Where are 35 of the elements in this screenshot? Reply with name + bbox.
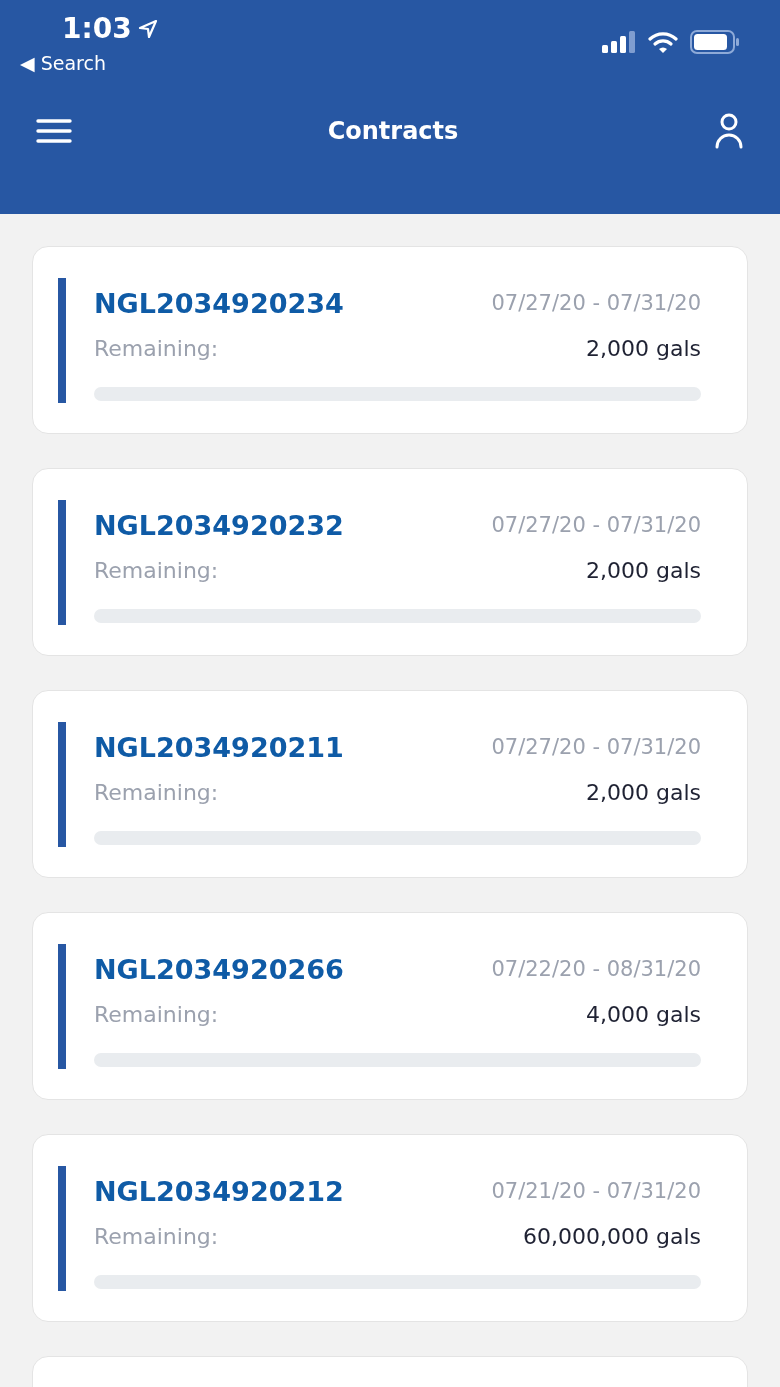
location-arrow-icon: [137, 19, 158, 39]
remaining-amount: 4,000 gals: [586, 1001, 701, 1027]
contract-card[interactable]: NGL2034920211 07/27/20 - 07/31/20 Remaining: 2,000 gals: [32, 690, 748, 878]
remaining-amount: 2,000 gals: [586, 779, 701, 805]
battery-icon: [690, 30, 740, 54]
remaining-label: Remaining:: [94, 335, 219, 361]
contract-dates: 07/27/20 - 07/31/20: [491, 291, 701, 315]
contract-number: NGL2034920234: [94, 287, 344, 319]
contract-number: NGL2034920266: [94, 953, 344, 985]
menu-button[interactable]: [34, 116, 74, 146]
back-link[interactable]: ◀ Search: [20, 48, 158, 78]
remaining-amount: 2,000 gals: [586, 335, 701, 361]
person-icon: [714, 113, 744, 149]
status-time: 1:03: [62, 11, 132, 47]
contract-card[interactable]: NGL2034920232 07/27/20 - 07/31/20 Remaining: 2,000 gals: [32, 468, 748, 656]
remaining-amount: 60,000,000 gals: [523, 1223, 701, 1249]
remaining-label: Remaining:: [94, 779, 219, 805]
contract-dates: 07/21/20 - 07/31/20: [491, 1179, 701, 1203]
contract-dates: 07/22/20 - 08/31/20: [491, 957, 701, 981]
contract-number: NGL2034920232: [94, 509, 344, 541]
contract-card[interactable]: NGL2034920212 07/21/20 - 07/31/20 Remaining: 60,000,000 gals: [32, 1134, 748, 1322]
contract-number: NGL2034920212: [94, 1175, 344, 1207]
remaining-amount: 2,000 gals: [586, 557, 701, 583]
contract-dates: 07/27/20 - 07/31/20: [491, 513, 701, 537]
remaining-label: Remaining:: [94, 1001, 219, 1027]
page-title: Contracts: [327, 117, 459, 145]
contract-number: NGL2034920211: [94, 731, 344, 763]
wifi-icon: [648, 31, 678, 53]
contract-card[interactable]: NGL2034920234 07/27/20 - 07/31/20 Remaining: 2,000 gals: [32, 246, 748, 434]
remaining-label: Remaining:: [94, 1223, 219, 1249]
contract-card[interactable]: NGL2034920266 07/22/20 - 08/31/20 Remaining: 4,000 gals: [32, 912, 748, 1100]
signal-icon: [602, 31, 636, 53]
remaining-label: Remaining:: [94, 557, 219, 583]
contract-dates: 07/27/20 - 07/31/20: [491, 735, 701, 759]
menu-icon: [36, 118, 72, 144]
